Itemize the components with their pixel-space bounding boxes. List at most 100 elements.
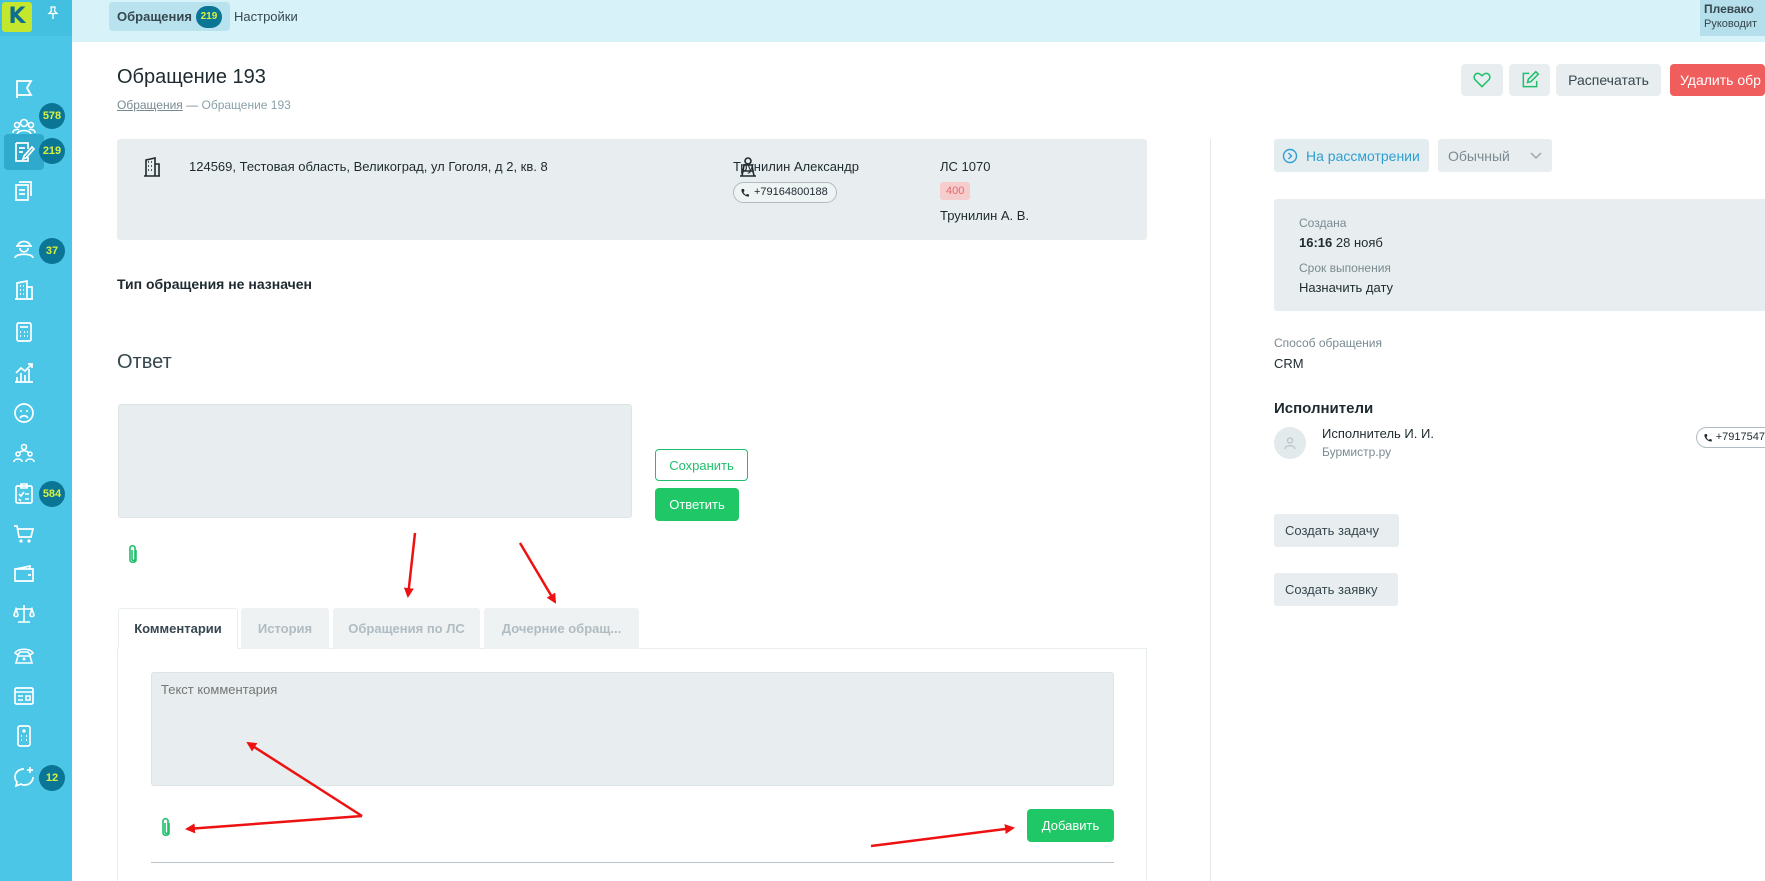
- chart-icon: [15, 363, 33, 383]
- sidebar-item-legal[interactable]: [4, 596, 44, 632]
- requests-badge: 219: [39, 138, 65, 164]
- top-tab-badge: 219: [195, 5, 222, 28]
- answer-textarea[interactable]: [118, 404, 632, 518]
- executor-name[interactable]: Исполнитель И. И.: [1322, 426, 1434, 441]
- answer-title: Ответ: [117, 351, 172, 373]
- created-value: 16:16 28 нояб: [1299, 235, 1383, 250]
- sidebar-item-shop[interactable]: [4, 516, 44, 552]
- tab-account-requests[interactable]: Обращения по ЛС: [333, 608, 480, 649]
- sidebar-item-analytics[interactable]: [4, 355, 44, 391]
- sidebar-item-calls[interactable]: [4, 637, 44, 673]
- method-label: Способ обращения: [1274, 336, 1382, 350]
- phone-icon: [13, 648, 35, 664]
- people-meeting-icon: [13, 443, 35, 463]
- sidebar-item-site[interactable]: [4, 678, 44, 714]
- user-icon: [1284, 437, 1296, 450]
- calculator-icon: [16, 322, 32, 342]
- breadcrumb-current: Обращение 193: [201, 98, 291, 112]
- sidebar: K 578 219 37 584 12: [0, 0, 72, 881]
- favorite-button[interactable]: [1461, 64, 1503, 96]
- wallet-icon: [14, 564, 34, 582]
- edit-icon: [1522, 70, 1539, 88]
- account-owner: Трунилин А. В.: [940, 208, 1030, 223]
- sidebar-item-payments[interactable]: [4, 556, 44, 592]
- cart-icon: [14, 525, 35, 543]
- owner-phone[interactable]: +79164800188: [733, 182, 837, 203]
- avatar: [1274, 427, 1306, 459]
- sidebar-item-flag[interactable]: [4, 71, 44, 107]
- pin-icon[interactable]: [46, 6, 60, 24]
- edit-button[interactable]: [1509, 64, 1550, 96]
- phone-number: +79164800188: [754, 186, 828, 198]
- users-badge: 578: [39, 103, 65, 129]
- sidebar-item-complaints[interactable]: [4, 395, 44, 431]
- top-bar: Обращения 219 Настройки Плевако Руководи…: [72, 0, 1765, 42]
- created-time: 16:16: [1299, 235, 1333, 250]
- sidebar-item-workers[interactable]: [4, 231, 44, 267]
- address-text: 124569, Тестовая область, Великоград, ул…: [189, 159, 548, 174]
- tasks-badge: 584: [39, 481, 65, 507]
- annotation-arrow: [518, 542, 557, 604]
- top-tab-label: Настройки: [234, 9, 298, 24]
- top-tab-label: Обращения: [117, 9, 192, 24]
- tab-history[interactable]: История: [241, 608, 329, 649]
- phone-number: +7917547: [1715, 431, 1765, 443]
- user-role: Руководит: [1704, 18, 1758, 30]
- set-deadline-link[interactable]: Назначить дату: [1299, 280, 1393, 295]
- priority-dropdown[interactable]: Обычный: [1438, 139, 1552, 172]
- phone-icon: [1704, 433, 1712, 441]
- request-type-label[interactable]: Тип обращения не назначен: [117, 276, 312, 292]
- sidebar-item-documents[interactable]: [4, 173, 44, 209]
- chat-badge: 12: [39, 765, 65, 791]
- sidebar-item-tasks[interactable]: [4, 476, 44, 512]
- priority-label: Обычный: [1448, 147, 1510, 164]
- breadcrumb-parent-link[interactable]: Обращения: [117, 98, 183, 112]
- phone-icon: [741, 188, 749, 197]
- sidebar-item-requests[interactable]: [4, 134, 44, 170]
- breadcrumb-separator: —: [186, 98, 199, 112]
- divider: [151, 862, 1114, 863]
- sidebar-item-buildings[interactable]: [4, 272, 44, 308]
- chat-add-icon: [14, 767, 34, 788]
- paperclip-icon: [129, 544, 137, 564]
- info-card: [117, 139, 1147, 240]
- delete-button[interactable]: Удалить обр: [1670, 64, 1765, 96]
- user-menu[interactable]: Плевако Руководит: [1700, 0, 1765, 36]
- deadline-label: Срок выпонения: [1299, 261, 1391, 275]
- create-task-button[interactable]: Создать задачу: [1274, 514, 1399, 547]
- comment-input[interactable]: [151, 672, 1114, 786]
- remote-control-icon: [17, 725, 31, 747]
- sidebar-item-devices[interactable]: [4, 718, 44, 754]
- sidebar-item-meetings[interactable]: [4, 435, 44, 471]
- sidebar-item-chat[interactable]: [4, 759, 44, 795]
- add-comment-button[interactable]: Добавить: [1027, 809, 1114, 842]
- account-number[interactable]: ЛС 1070: [940, 159, 990, 174]
- sidebar-item-calculator[interactable]: [4, 314, 44, 350]
- top-tab-requests[interactable]: Обращения 219: [109, 2, 230, 31]
- workers-badge: 37: [39, 238, 65, 264]
- created-label: Создана: [1299, 216, 1347, 230]
- status-button[interactable]: На рассмотрении: [1274, 139, 1429, 172]
- method-value: CRM: [1274, 356, 1304, 371]
- checklist-icon: [15, 483, 33, 504]
- top-tab-settings[interactable]: Настройки: [226, 2, 306, 31]
- create-request-button[interactable]: Создать заявку: [1274, 573, 1398, 606]
- tab-comments[interactable]: Комментарии: [118, 608, 238, 649]
- tab-child-requests[interactable]: Дочерние обращ...: [484, 608, 639, 649]
- debt-badge: 400: [940, 182, 971, 200]
- app-logo[interactable]: K: [2, 2, 32, 32]
- arrow-circle-icon: [1282, 148, 1298, 163]
- attach-answer-button[interactable]: [118, 539, 148, 571]
- print-button[interactable]: Распечатать: [1556, 64, 1661, 96]
- building-icon: [15, 279, 33, 300]
- executors-title: Исполнители: [1274, 400, 1374, 417]
- sad-face-icon: [14, 403, 34, 423]
- owner-name[interactable]: Трунилин Александр: [733, 159, 859, 174]
- reply-button[interactable]: Ответить: [655, 488, 739, 521]
- executor-phone[interactable]: +7917547: [1696, 427, 1765, 448]
- documents-icon: [15, 181, 32, 201]
- save-button[interactable]: Сохранить: [655, 449, 748, 481]
- page-title: Обращение 193: [117, 66, 266, 88]
- breadcrumb: Обращения — Обращение 193: [117, 98, 291, 112]
- attach-comment-button[interactable]: [151, 812, 181, 844]
